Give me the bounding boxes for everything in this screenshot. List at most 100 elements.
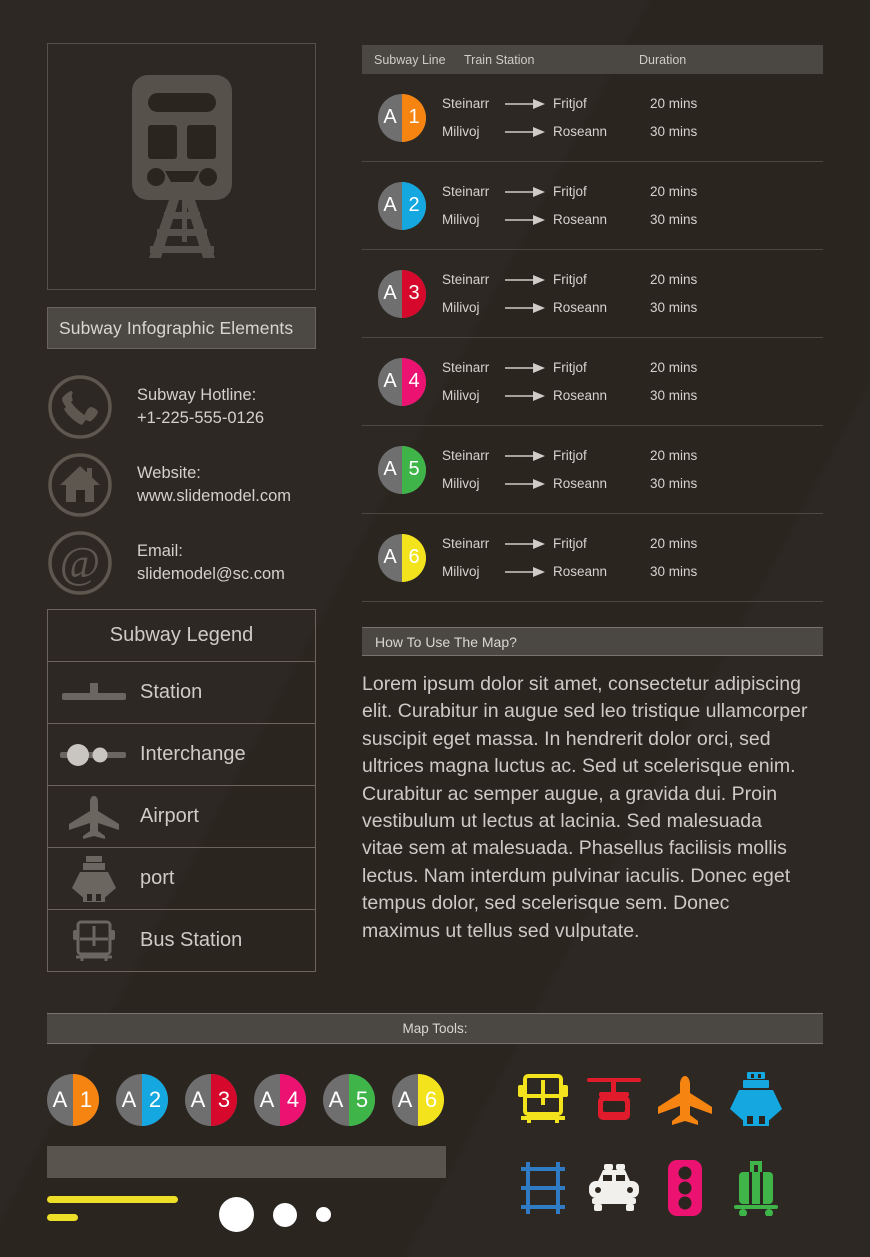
arrow-cell: [505, 274, 553, 286]
badge-number: 4: [286, 1087, 300, 1112]
station-to: Roseann: [553, 300, 608, 315]
arrow-right-icon: [505, 390, 545, 401]
contact-item-website[interactable]: Website: www.slidemodel.com: [47, 452, 318, 517]
badge-letter: A: [383, 194, 397, 216]
station-from: Milivoj: [442, 212, 480, 227]
arrow-right-icon: [505, 126, 545, 137]
badge-letter: A: [383, 282, 397, 304]
line-badge[interactable]: A5: [378, 445, 426, 494]
station-to: Roseann: [553, 388, 608, 403]
dot-large[interactable]: [219, 1197, 254, 1232]
table-row[interactable]: A 1 Steinarr Fritjof 20 mins Milivoj Roseann 30…: [362, 74, 823, 162]
station-from: Steinarr: [442, 536, 490, 551]
line-badge[interactable]: A6: [378, 533, 426, 582]
contact-label: Subway Hotline:: [137, 385, 257, 404]
station-to: Fritjof: [553, 360, 587, 375]
arrow-right-icon: [505, 186, 545, 197]
line-badge[interactable]: A3: [378, 269, 426, 318]
legend-row-station[interactable]: Station: [48, 662, 315, 724]
ship-icon[interactable]: [721, 1066, 791, 1134]
arrow-cell: [505, 538, 553, 550]
route-leg: Steinarr Fritjof 20 mins: [442, 530, 823, 558]
arrow-cell: [505, 302, 553, 314]
left-column: Subway Infographic Elements Subway Hotli…: [47, 43, 318, 972]
route-leg: Milivoj Roseann 30 mins: [442, 294, 823, 322]
dot-small[interactable]: [316, 1207, 331, 1222]
svg-text:@: @: [60, 538, 101, 587]
table-row[interactable]: A 4 Steinarr Fritjof 20 mins Milivoj Roseann 30…: [362, 338, 823, 426]
accent-line-long: [47, 1196, 178, 1203]
line-badge[interactable]: A2: [378, 181, 426, 230]
station-from: Steinarr: [442, 96, 490, 111]
contact-value: slidemodel@sc.com: [137, 564, 285, 583]
accent-line-short: [47, 1214, 78, 1221]
column-header-duration: Duration: [639, 52, 687, 67]
column-header-train-station: Train Station: [464, 52, 535, 67]
route-leg: Steinarr Fritjof 20 mins: [442, 178, 823, 206]
table-row[interactable]: A 2 Steinarr Fritjof 20 mins Milivoj Roseann 30…: [362, 162, 823, 250]
railway-track-icon[interactable]: [508, 1154, 578, 1222]
badge-letter: A: [121, 1087, 137, 1112]
badge-cell: A2: [362, 181, 442, 230]
line-badge[interactable]: A1: [378, 93, 426, 142]
badge-letter: A: [397, 1087, 413, 1112]
arrow-right-icon: [505, 538, 545, 549]
route-leg: Milivoj Roseann 30 mins: [442, 206, 823, 234]
contact-list: Subway Hotline: +1-225-555-0126 Website:…: [47, 374, 318, 595]
howto-body-text: Lorem ipsum dolor sit amet, consectetur …: [362, 673, 808, 942]
legend-label: port: [140, 867, 175, 889]
legend-label: Station: [140, 681, 203, 703]
line-badge[interactable]: A4: [254, 1074, 306, 1126]
traffic-light-icon[interactable]: [650, 1154, 720, 1222]
table-row[interactable]: A 6 Steinarr Fritjof 20 mins Milivoj Roseann 30…: [362, 514, 823, 602]
badge-number: 1: [79, 1087, 93, 1112]
right-column: Subway Line Train Station Duration A 1 Ste…: [362, 45, 823, 945]
legend-label: Airport: [140, 805, 199, 827]
station-from: Milivoj: [442, 124, 480, 139]
route-legs: Steinarr Fritjof 20 mins Milivoj Roseann 30 m…: [442, 266, 823, 322]
station-to: Fritjof: [553, 536, 587, 551]
taxi-icon[interactable]: [579, 1154, 649, 1222]
line-badge[interactable]: A5: [323, 1074, 375, 1126]
station-from: Steinarr: [442, 272, 490, 287]
arrow-right-icon: [505, 274, 545, 285]
line-badge[interactable]: A1: [47, 1074, 99, 1126]
luggage-icon[interactable]: [721, 1154, 791, 1222]
leg-duration: 30 mins: [650, 300, 698, 315]
arrow-cell: [505, 98, 553, 110]
line-badge[interactable]: A4: [378, 357, 426, 406]
contact-text: Website: www.slidemodel.com: [137, 462, 291, 508]
airport-icon: [48, 794, 140, 840]
home-icon: [47, 452, 113, 518]
placeholder-bar[interactable]: [47, 1146, 446, 1178]
line-badge[interactable]: A3: [185, 1074, 237, 1126]
bus-icon[interactable]: [508, 1066, 578, 1134]
legend-row-airport[interactable]: Airport: [48, 786, 315, 848]
arrow-cell: [505, 478, 553, 490]
legend-label: Interchange: [140, 743, 246, 765]
contact-label: Email:: [137, 541, 183, 560]
route-leg: Milivoj Roseann 30 mins: [442, 470, 823, 498]
contact-item-hotline[interactable]: Subway Hotline: +1-225-555-0126: [47, 374, 318, 439]
legend-row-bus-station[interactable]: Bus Station: [48, 910, 315, 971]
leg-duration: 20 mins: [650, 536, 698, 551]
route-leg: Steinarr Fritjof 20 mins: [442, 266, 823, 294]
slide-canvas: Subway Infographic Elements Subway Hotli…: [0, 0, 870, 1257]
arrow-cell: [505, 362, 553, 374]
station-from: Milivoj: [442, 564, 480, 579]
table-row[interactable]: A 3 Steinarr Fritjof 20 mins Milivoj Roseann 30…: [362, 250, 823, 338]
legend-row-port[interactable]: port: [48, 848, 315, 910]
table-row[interactable]: A 5 Steinarr Fritjof 20 mins Milivoj Roseann 30…: [362, 426, 823, 514]
badge-number: 2: [408, 194, 420, 216]
cable-car-icon[interactable]: [579, 1066, 649, 1134]
station-from: Steinarr: [442, 184, 490, 199]
howto-section: How To Use The Map? Lorem ipsum dolor si…: [362, 627, 823, 945]
line-badge[interactable]: A2: [116, 1074, 168, 1126]
leg-duration: 30 mins: [650, 212, 698, 227]
contact-item-email[interactable]: @ Email: slidemodel@sc.com: [47, 530, 318, 595]
airplane-icon[interactable]: [650, 1066, 720, 1134]
dot-medium[interactable]: [273, 1202, 297, 1227]
line-badge[interactable]: A6: [392, 1074, 444, 1126]
legend-row-interchange[interactable]: Interchange: [48, 724, 315, 786]
badge-letter: A: [259, 1087, 275, 1112]
